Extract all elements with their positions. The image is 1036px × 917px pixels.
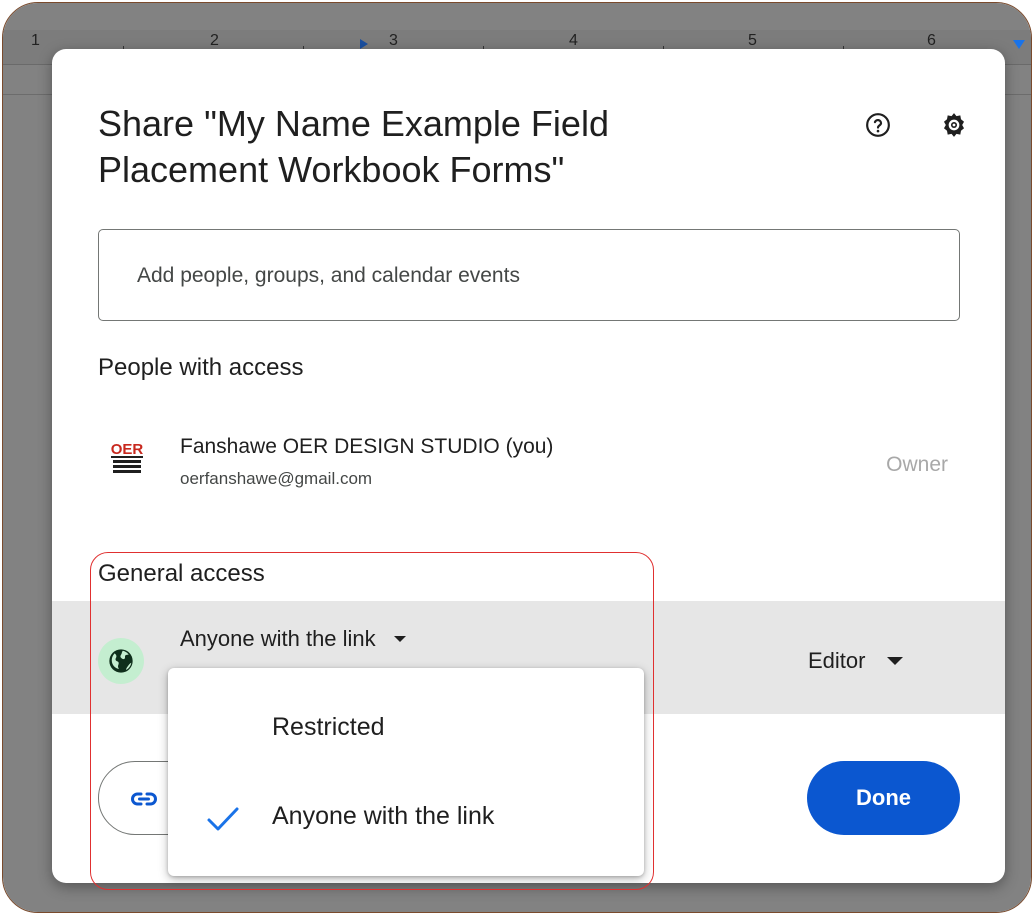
ruler-number: 2: [210, 32, 219, 49]
menu-item-anyone-with-link[interactable]: Anyone with the link: [168, 776, 644, 860]
chevron-down-icon: [887, 657, 904, 665]
access-role-label: Editor: [808, 648, 866, 673]
logo-text: OER: [111, 441, 144, 458]
person-role: Owner: [886, 453, 948, 476]
right-margin-marker-icon[interactable]: [1013, 40, 1025, 49]
menu-item-label: Anyone with the link: [272, 802, 495, 830]
general-access-menu: Restricted Anyone with the link: [168, 668, 644, 876]
screenshot-frame: 1 2 3 4 5 6 Share "My Name Example Field…: [2, 2, 1032, 913]
dialog-title: Share "My Name Example Field Placement W…: [98, 103, 609, 190]
person-email: oerfanshawe@gmail.com: [180, 469, 373, 488]
ruler-number: 6: [927, 32, 936, 49]
menu-item-restricted[interactable]: Restricted: [168, 686, 644, 770]
checkmark-icon: [207, 807, 239, 831]
add-people-field[interactable]: [98, 229, 960, 321]
ruler-number: 4: [569, 32, 578, 49]
general-access-dropdown[interactable]: Anyone with the link: [180, 623, 406, 655]
ruler-number: 1: [31, 32, 40, 49]
add-people-input[interactable]: [135, 256, 899, 296]
oer-design-studio-logo: OER: [106, 437, 148, 479]
done-button[interactable]: Done: [807, 761, 960, 835]
access-role-dropdown[interactable]: Editor: [808, 645, 904, 677]
people-with-access-heading: People with access: [98, 354, 304, 381]
person-row: OER Fanshawe OER DESIGN STUDIO (you) oer…: [98, 427, 958, 497]
link-icon: [131, 792, 157, 806]
indent-marker-icon[interactable]: [360, 39, 368, 49]
help-circle-icon: [866, 113, 890, 137]
person-name: Fanshawe OER DESIGN STUDIO (you): [180, 435, 554, 458]
gear-icon: [943, 113, 965, 137]
general-access-selected: Anyone with the link: [180, 626, 376, 651]
settings-button[interactable]: [934, 105, 974, 145]
general-access-heading: General access: [98, 560, 265, 587]
ruler-number: 5: [748, 32, 757, 49]
chevron-down-icon: [393, 636, 406, 642]
help-button[interactable]: [858, 105, 898, 145]
menu-item-label: Restricted: [272, 713, 385, 741]
globe-icon: [98, 638, 144, 684]
ruler-number: 3: [389, 32, 398, 49]
